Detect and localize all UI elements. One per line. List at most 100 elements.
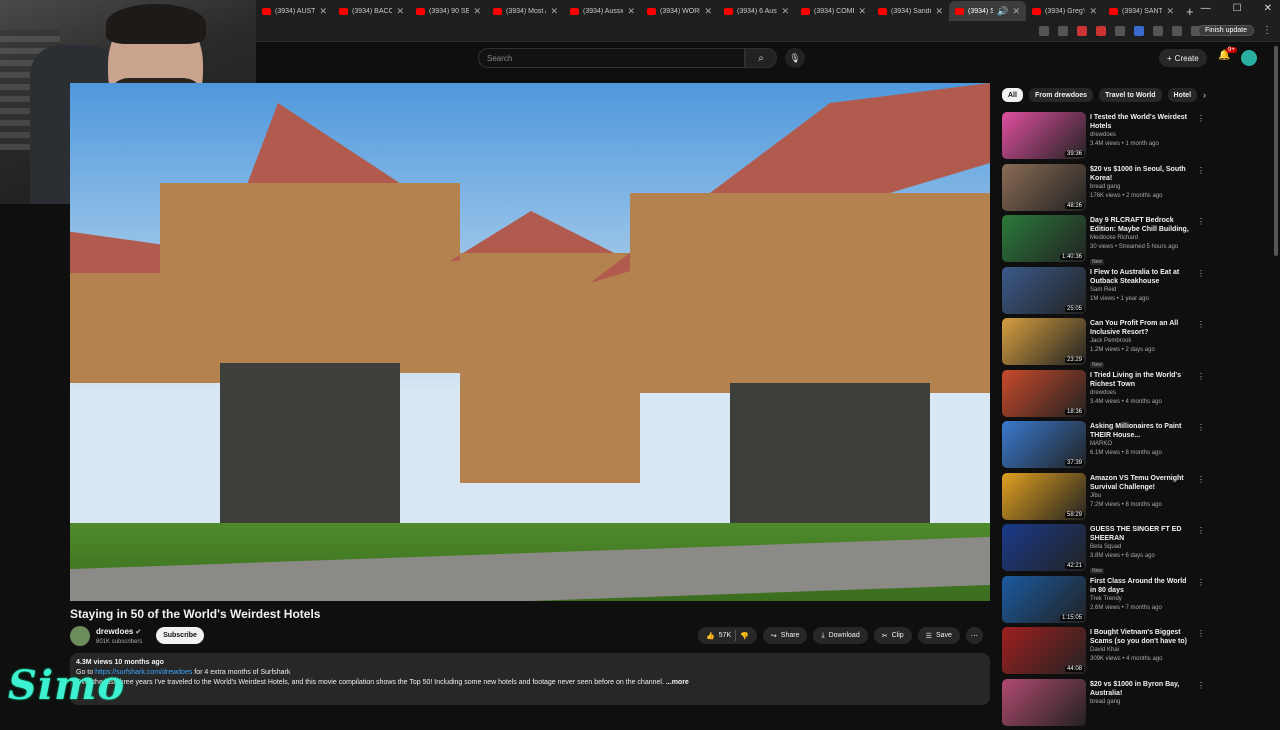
video-player[interactable] bbox=[70, 83, 990, 601]
show-more-link[interactable]: ...more bbox=[666, 679, 689, 686]
video-thumbnail[interactable]: 1:15:05 bbox=[1002, 576, 1086, 623]
rec-title[interactable]: Day 9 RLCRAFT Bedrock Edition: Maybe Chi… bbox=[1090, 216, 1190, 234]
extension-icon[interactable] bbox=[1077, 26, 1087, 36]
filter-chip[interactable]: Hotel bbox=[1168, 88, 1198, 102]
more-vert-icon[interactable]: ⋮ bbox=[1197, 526, 1205, 535]
rec-channel[interactable]: Sam Reid bbox=[1090, 286, 1190, 295]
browser-tab[interactable]: (3934) Aussie✕ bbox=[564, 1, 641, 21]
video-thumbnail[interactable]: 39:36 bbox=[1002, 112, 1086, 159]
recommendation-item[interactable]: 37:39Asking Millionaires to Paint THEIR … bbox=[1002, 421, 1202, 473]
share-button[interactable]: ↪ Share bbox=[763, 627, 808, 644]
page-scrollbar[interactable] bbox=[1274, 46, 1278, 256]
rec-channel[interactable]: Jack Pembrook bbox=[1090, 337, 1190, 346]
minimize-icon[interactable]: — bbox=[1201, 3, 1211, 14]
rec-title[interactable]: Can You Profit From an All Inclusive Res… bbox=[1090, 319, 1190, 337]
close-tab-icon[interactable]: ✕ bbox=[1012, 6, 1020, 17]
more-vert-icon[interactable]: ⋮ bbox=[1197, 217, 1205, 226]
close-tab-icon[interactable]: ✕ bbox=[473, 6, 481, 17]
browser-tab[interactable]: (3934) SANTA✕ bbox=[1103, 1, 1180, 21]
recommendation-item[interactable]: 1:15:05First Class Around the World in 8… bbox=[1002, 576, 1202, 628]
recommendation-item[interactable]: 1:40:36Day 9 RLCRAFT Bedrock Edition: Ma… bbox=[1002, 215, 1202, 267]
rec-title[interactable]: I Tried Living in the World's Richest To… bbox=[1090, 371, 1190, 389]
rec-title[interactable]: I Tested the World's Weirdest Hotels bbox=[1090, 113, 1190, 131]
rec-title[interactable]: $20 vs $1000 in Seoul, South Korea! bbox=[1090, 165, 1190, 183]
extension-icon[interactable] bbox=[1039, 26, 1049, 36]
subscribe-button[interactable]: Subscribe bbox=[156, 627, 204, 644]
rec-title[interactable]: I Bought Vietnam's Biggest Scams (so you… bbox=[1090, 628, 1190, 646]
rec-channel[interactable]: Trek Trendy bbox=[1090, 595, 1190, 604]
voice-search-button[interactable]: 🎙 bbox=[785, 48, 805, 68]
close-window-icon[interactable]: ✕ bbox=[1264, 3, 1272, 14]
save-button[interactable]: ☰ Save bbox=[918, 627, 960, 644]
recommendation-item[interactable]: 18:36I Tried Living in the World's Riche… bbox=[1002, 370, 1202, 422]
close-tab-icon[interactable]: ✕ bbox=[319, 6, 327, 17]
video-thumbnail[interactable]: 44:08 bbox=[1002, 627, 1086, 674]
browser-tab[interactable]: (3934) WORLD✕ bbox=[641, 1, 718, 21]
rec-title[interactable]: Asking Millionaires to Paint THEIR House… bbox=[1090, 422, 1190, 440]
more-vert-icon[interactable]: ⋮ bbox=[1197, 166, 1205, 175]
rec-title[interactable]: Amazon VS Temu Overnight Survival Challe… bbox=[1090, 474, 1190, 492]
rec-channel[interactable]: Jibu bbox=[1090, 492, 1190, 501]
extension-icon[interactable] bbox=[1134, 26, 1144, 36]
recommendation-item[interactable]: 58:29Amazon VS Temu Overnight Survival C… bbox=[1002, 473, 1202, 525]
close-tab-icon[interactable]: ✕ bbox=[1166, 6, 1174, 17]
video-thumbnail[interactable]: 48:26 bbox=[1002, 164, 1086, 211]
more-vert-icon[interactable]: ⋮ bbox=[1197, 475, 1205, 484]
create-button[interactable]: + Create bbox=[1159, 49, 1207, 67]
clip-button[interactable]: ✂ Clip bbox=[874, 627, 912, 644]
rec-channel[interactable]: drewdoes bbox=[1090, 389, 1190, 398]
filter-chip[interactable]: All bbox=[1002, 88, 1023, 102]
recommendation-item[interactable]: 42:21GUESS THE SINGER FT ED SHEERANBeta … bbox=[1002, 524, 1202, 576]
chevron-right-icon[interactable]: › bbox=[1203, 88, 1206, 102]
browser-tab[interactable]: (3934) 6 Austr✕ bbox=[718, 1, 795, 21]
recommendation-item[interactable]: 44:08I Bought Vietnam's Biggest Scams (s… bbox=[1002, 627, 1202, 679]
channel-name[interactable]: drewdoes✔ bbox=[96, 627, 141, 636]
browser-menu-icon[interactable]: ⋮ bbox=[1262, 25, 1272, 36]
search-input[interactable]: Search bbox=[478, 48, 745, 68]
recommendation-item[interactable]: 48:26$20 vs $1000 in Seoul, South Korea!… bbox=[1002, 164, 1202, 216]
download-button[interactable]: ⤓ Download bbox=[813, 627, 867, 644]
rec-channel[interactable]: MARKO bbox=[1090, 440, 1190, 449]
browser-tab[interactable]: (3934) 90 SECO✕ bbox=[410, 1, 487, 21]
speaker-icon[interactable]: 🔊 bbox=[997, 6, 1008, 17]
video-thumbnail[interactable]: 58:29 bbox=[1002, 473, 1086, 520]
video-thumbnail[interactable]: 37:39 bbox=[1002, 421, 1086, 468]
browser-tab[interactable]: (3934) Sta🔊✕ bbox=[949, 1, 1026, 21]
more-vert-icon[interactable]: ⋮ bbox=[1197, 114, 1205, 123]
browser-tab[interactable]: (3934) AUSTRA✕ bbox=[256, 1, 333, 21]
rec-title[interactable]: I Flew to Australia to Eat at Outback St… bbox=[1090, 268, 1190, 286]
video-thumbnail[interactable] bbox=[1002, 679, 1086, 726]
like-count[interactable]: 57K bbox=[719, 632, 731, 639]
description-box[interactable]: 4.3M views 10 months ago Go to https://s… bbox=[70, 653, 990, 705]
close-tab-icon[interactable]: ✕ bbox=[627, 6, 635, 17]
more-actions-button[interactable]: ⋯ bbox=[966, 627, 983, 644]
video-thumbnail[interactable]: 42:21 bbox=[1002, 524, 1086, 571]
more-vert-icon[interactable]: ⋮ bbox=[1197, 629, 1205, 638]
close-tab-icon[interactable]: ✕ bbox=[550, 6, 558, 17]
filter-chip[interactable]: Travel to World bbox=[1099, 88, 1161, 102]
recommendation-item[interactable]: 39:36I Tested the World's Weirdest Hotel… bbox=[1002, 112, 1202, 164]
close-tab-icon[interactable]: ✕ bbox=[1089, 6, 1097, 17]
extension-icon[interactable] bbox=[1153, 26, 1163, 36]
more-vert-icon[interactable]: ⋮ bbox=[1197, 681, 1205, 690]
recommendation-item[interactable]: $20 vs $1000 in Byron Bay, Australia!bre… bbox=[1002, 679, 1202, 730]
extension-icon[interactable] bbox=[1172, 26, 1182, 36]
rec-title[interactable]: First Class Around the World in 80 days bbox=[1090, 577, 1190, 595]
more-vert-icon[interactable]: ⋮ bbox=[1197, 372, 1205, 381]
search-button[interactable]: ⌕ bbox=[745, 48, 777, 68]
rec-channel[interactable]: Beta Squad bbox=[1090, 543, 1190, 552]
new-tab-button[interactable]: + bbox=[1180, 4, 1200, 19]
account-avatar[interactable] bbox=[1241, 50, 1257, 66]
rec-channel[interactable]: bread gang bbox=[1090, 183, 1190, 192]
video-thumbnail[interactable]: 18:36 bbox=[1002, 370, 1086, 417]
maximize-icon[interactable]: ☐ bbox=[1233, 3, 1242, 14]
channel-avatar[interactable] bbox=[70, 626, 90, 646]
close-tab-icon[interactable]: ✕ bbox=[704, 6, 712, 17]
rec-channel[interactable]: Medlocke Richard bbox=[1090, 234, 1190, 243]
filter-chip[interactable]: From drewdoes bbox=[1029, 88, 1093, 102]
browser-tab[interactable]: (3934) COME✕ bbox=[795, 1, 872, 21]
recommendation-item[interactable]: 25:05I Flew to Australia to Eat at Outba… bbox=[1002, 267, 1202, 319]
browser-tab[interactable]: (3934) BACON✕ bbox=[333, 1, 410, 21]
extension-icon[interactable] bbox=[1058, 26, 1068, 36]
dislike-icon[interactable]: 👎 bbox=[740, 632, 749, 640]
